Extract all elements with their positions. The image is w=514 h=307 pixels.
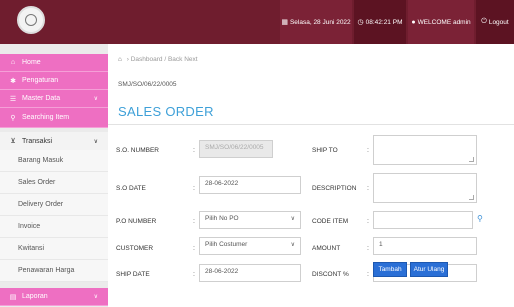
amount-field[interactable]: 1 bbox=[373, 237, 477, 255]
sidebar-sub-barang-masuk[interactable]: Barang Masuk bbox=[0, 150, 108, 172]
ship-to-textarea[interactable] bbox=[373, 135, 477, 165]
cart-icon: ⊻ bbox=[10, 138, 16, 145]
chevron-down-icon: ∨ bbox=[93, 96, 98, 102]
user-menu[interactable]: ● WELCOME admin bbox=[408, 0, 474, 44]
so-date-field[interactable]: 28-06-2022 bbox=[199, 176, 301, 194]
sidebar-sub-delivery-order[interactable]: Delivery Order bbox=[0, 194, 108, 216]
reset-button[interactable]: Atur Ulang bbox=[410, 262, 448, 277]
colon: : bbox=[193, 185, 195, 192]
date-display: ▦ Selasa, 28 Juni 2022 bbox=[280, 0, 352, 44]
amount-label: AMOUNT bbox=[312, 245, 341, 252]
sidebar-sub-invoice[interactable]: Invoice bbox=[0, 216, 108, 238]
sidebar-item-label: Searching Item bbox=[22, 114, 70, 121]
so-date-label: S.O DATE bbox=[116, 185, 146, 192]
customer-value: Pilih Costumer bbox=[205, 241, 248, 248]
colon: : bbox=[367, 147, 369, 154]
colon: : bbox=[193, 147, 195, 154]
customer-select[interactable]: Pilih Costumer ∨ bbox=[199, 237, 301, 255]
sidebar-item-label: Master Data bbox=[22, 95, 61, 102]
sidebar-item-label: Barang Masuk bbox=[18, 157, 64, 164]
logout-button[interactable]: ⏻ Logout bbox=[476, 0, 514, 44]
chevron-down-icon: ∨ bbox=[290, 216, 295, 222]
ship-date-label: SHIP DATE bbox=[116, 271, 150, 278]
search-icon: ⚲ bbox=[10, 114, 16, 122]
description-textarea[interactable] bbox=[373, 173, 477, 203]
code-item-label: CODE ITEM bbox=[312, 218, 349, 225]
colon: : bbox=[367, 245, 369, 252]
sidebar-item-label: Home bbox=[22, 59, 41, 66]
page-title: SALES ORDER bbox=[118, 104, 214, 119]
description-label: DESCRIPTION bbox=[312, 185, 357, 192]
po-number-label: P.O NUMBER bbox=[116, 218, 157, 225]
gear-icon: ✱ bbox=[10, 77, 16, 85]
po-number-select[interactable]: Pilih No PO ∨ bbox=[199, 211, 301, 229]
clock-icon: ◷ bbox=[357, 19, 364, 26]
colon: : bbox=[193, 245, 195, 252]
chevron-down-icon: ∨ bbox=[93, 138, 98, 145]
so-number-label: S.O. NUMBER bbox=[116, 147, 159, 154]
list-icon: ☰ bbox=[9, 95, 17, 103]
logout-label: Logout bbox=[488, 18, 509, 26]
sidebar-item-label: Pengaturan bbox=[22, 77, 59, 84]
ship-to-label: SHIP TO bbox=[312, 147, 338, 154]
search-icon[interactable]: ⚲ bbox=[477, 214, 483, 223]
sidebar: ⌂ Home ✱ Pengaturan ☰ Master Data ∨ ⚲ Se… bbox=[0, 44, 108, 307]
company-logo bbox=[17, 6, 45, 34]
time-text: 08:42:21 PM bbox=[365, 18, 403, 26]
sidebar-item-laporan[interactable]: ▤ Laporan ∨ bbox=[0, 288, 108, 306]
sidebar-item-label: Transaksi bbox=[22, 137, 53, 145]
breadcrumb-next[interactable]: Next bbox=[184, 56, 197, 63]
colon: : bbox=[193, 218, 195, 225]
calendar-icon: ▦ bbox=[281, 19, 288, 26]
user-text: WELCOME admin bbox=[417, 18, 471, 26]
ship-date-field[interactable]: 28-06-2022 bbox=[199, 264, 301, 282]
divider bbox=[108, 124, 514, 125]
add-button[interactable]: Tambah bbox=[373, 262, 407, 277]
customer-label: CUSTOMER bbox=[116, 245, 154, 252]
power-icon: ⏻ bbox=[481, 18, 487, 25]
sidebar-item-transaksi[interactable]: ⊻ Transaksi ∨ bbox=[0, 132, 108, 150]
sidebar-sub-penawaran-harga[interactable]: Penawaran Harga bbox=[0, 260, 108, 282]
document-number: SMJ/SO/06/22/0005 bbox=[118, 81, 177, 88]
chevron-down-icon: ∨ bbox=[93, 294, 98, 300]
sidebar-item-label: Invoice bbox=[18, 223, 41, 230]
colon: : bbox=[193, 271, 195, 278]
chevron-down-icon: ∨ bbox=[290, 242, 295, 248]
breadcrumb-dashboard[interactable]: Dashboard bbox=[131, 56, 163, 63]
discount-label: DISCONT % bbox=[312, 271, 349, 278]
sidebar-item-label: Delivery Order bbox=[18, 201, 64, 208]
user-icon: ● bbox=[411, 18, 416, 26]
breadcrumb: ⌂ › Dashboard / Back Next bbox=[118, 56, 198, 63]
sidebar-item-home[interactable]: ⌂ Home bbox=[0, 54, 108, 72]
so-number-field: SMJ/SO/06/22/0005 bbox=[199, 140, 273, 158]
sidebar-item-searching-item[interactable]: ⚲ Searching Item bbox=[0, 108, 108, 128]
colon: : bbox=[367, 218, 369, 225]
colon: : bbox=[367, 271, 369, 278]
home-icon[interactable]: ⌂ bbox=[118, 56, 122, 63]
top-bar: ▦ Selasa, 28 Juni 2022 ◷ 08:42:21 PM ● W… bbox=[0, 0, 514, 44]
sidebar-item-label: Sales Order bbox=[18, 179, 56, 186]
home-icon: ⌂ bbox=[10, 59, 16, 66]
document-icon: ▤ bbox=[9, 293, 17, 301]
sidebar-item-label: Penawaran Harga bbox=[18, 267, 75, 274]
colon: : bbox=[367, 185, 369, 192]
sidebar-item-label: Laporan bbox=[22, 293, 48, 300]
sidebar-item-master-data[interactable]: ☰ Master Data ∨ bbox=[0, 90, 108, 108]
sidebar-sub-kwitansi[interactable]: Kwitansi bbox=[0, 238, 108, 260]
breadcrumb-back[interactable]: Back bbox=[168, 56, 182, 63]
time-display: ◷ 08:42:21 PM bbox=[354, 0, 406, 44]
sidebar-item-label: Kwitansi bbox=[18, 245, 45, 252]
date-text: Selasa, 28 Juni 2022 bbox=[289, 18, 351, 26]
sidebar-sub-sales-order[interactable]: Sales Order bbox=[0, 172, 108, 194]
sidebar-item-pengaturan[interactable]: ✱ Pengaturan bbox=[0, 72, 108, 90]
code-item-field[interactable] bbox=[373, 211, 473, 229]
po-number-value: Pilih No PO bbox=[205, 215, 239, 222]
